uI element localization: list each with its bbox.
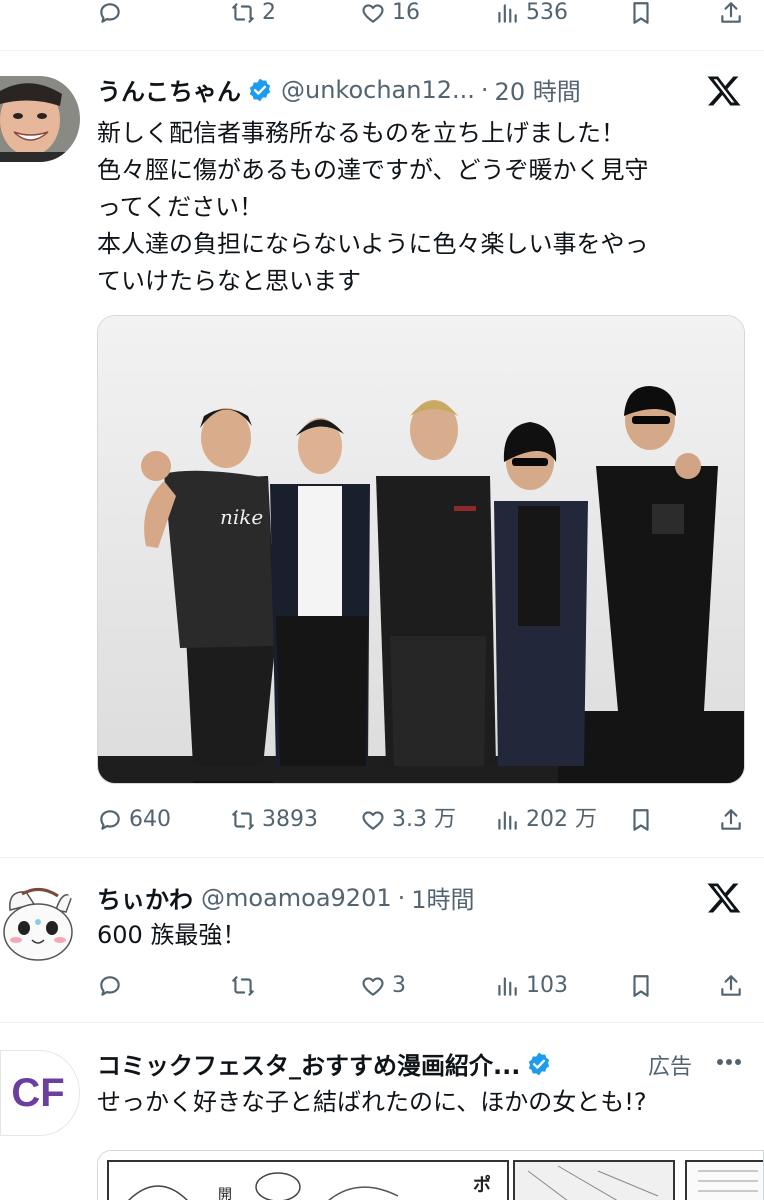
separator: · bbox=[480, 75, 489, 104]
retweet-count: 2 bbox=[262, 0, 276, 25]
avatar[interactable]: CF bbox=[0, 1050, 80, 1136]
x-logo-icon bbox=[707, 883, 741, 913]
bookmark-button[interactable] bbox=[628, 973, 654, 999]
divider bbox=[0, 857, 764, 858]
share-button[interactable] bbox=[718, 973, 744, 999]
heart-icon bbox=[362, 4, 384, 23]
display-name[interactable]: ちぃかわ bbox=[97, 880, 193, 915]
view-count: 103 bbox=[526, 973, 568, 998]
tweet-photo[interactable]: nike bbox=[97, 315, 745, 784]
bookmark-icon bbox=[633, 975, 649, 997]
avatar[interactable] bbox=[0, 882, 80, 968]
avatar[interactable] bbox=[0, 76, 80, 162]
retweet-icon bbox=[232, 810, 254, 830]
group-photo: nike bbox=[98, 316, 744, 783]
reply-count: 640 bbox=[129, 807, 171, 832]
views-icon bbox=[498, 4, 517, 23]
divider bbox=[0, 50, 764, 51]
retweet-icon bbox=[232, 3, 254, 23]
share-icon bbox=[721, 809, 741, 830]
display-name[interactable]: うんこちゃん bbox=[97, 72, 241, 107]
reply-button[interactable] bbox=[97, 973, 129, 999]
shirt-text: nike bbox=[220, 505, 263, 529]
cf-logo: CF bbox=[11, 1070, 65, 1115]
like-count: 3 bbox=[392, 973, 406, 998]
reply-icon bbox=[100, 810, 120, 830]
like-count: 16 bbox=[392, 0, 420, 25]
x-logo-icon bbox=[707, 76, 741, 106]
tweet-text: 新しく配信者事務所なるものを立ち上げました！ 色々脛に傷があるもの達ですが、どう… bbox=[97, 119, 649, 295]
bookmark-icon bbox=[633, 2, 649, 24]
tweet-header: コミックフェスタ_おすすめ漫画紹介... bbox=[97, 1046, 552, 1081]
retweet-count: 3893 bbox=[262, 807, 318, 832]
like-button[interactable]: 3 bbox=[360, 973, 406, 999]
views-button[interactable]: 202 万 bbox=[494, 807, 597, 833]
views-icon bbox=[498, 977, 517, 996]
reply-button[interactable]: 640 bbox=[97, 807, 171, 833]
comic-text: 開 bbox=[218, 1187, 232, 1200]
tweet-header: ちぃかわ @moamoa9201 · 1時間 bbox=[97, 880, 475, 915]
divider bbox=[0, 1022, 764, 1023]
tweet-text: 600 族最強！ bbox=[97, 921, 247, 949]
ad-media-carousel[interactable]: 開 ポ bbox=[97, 1150, 764, 1200]
views-button[interactable]: 536 bbox=[494, 0, 568, 26]
bookmark-button[interactable] bbox=[628, 0, 654, 26]
like-button[interactable]: 3.3 万 bbox=[360, 807, 456, 833]
retweet-button[interactable]: 3893 bbox=[230, 807, 318, 833]
share-button[interactable] bbox=[718, 0, 744, 26]
retweet-button[interactable]: 2 bbox=[230, 0, 276, 26]
reply-button[interactable] bbox=[97, 0, 129, 26]
reply-icon bbox=[100, 976, 120, 996]
share-icon bbox=[721, 2, 741, 23]
ad-label: 広告 bbox=[647, 1055, 692, 1080]
comic-text: ポ bbox=[473, 1174, 491, 1196]
timestamp[interactable]: 20 時間 bbox=[495, 72, 581, 107]
view-count: 202 万 bbox=[526, 807, 597, 832]
heart-icon bbox=[362, 811, 384, 830]
views-icon bbox=[498, 811, 517, 830]
handle[interactable]: @unkochan12... bbox=[281, 76, 475, 104]
retweet-button[interactable] bbox=[230, 973, 262, 999]
bookmark-button[interactable] bbox=[628, 807, 654, 833]
handle[interactable]: @moamoa9201 bbox=[201, 884, 392, 912]
display-name[interactable]: コミックフェスタ_おすすめ漫画紹介... bbox=[97, 1046, 520, 1081]
share-icon bbox=[721, 975, 741, 996]
separator: · bbox=[397, 883, 406, 912]
reply-icon bbox=[100, 3, 120, 23]
verified-badge-icon bbox=[249, 78, 271, 101]
tweet-header: うんこちゃん @unkochan12... · 20 時間 bbox=[97, 72, 581, 107]
more-options-icon[interactable] bbox=[716, 1057, 742, 1067]
like-button[interactable]: 16 bbox=[360, 0, 420, 26]
retweet-icon bbox=[232, 976, 254, 996]
verified-badge-icon bbox=[529, 1052, 550, 1075]
heart-icon bbox=[362, 977, 384, 996]
tweet-text: せっかく好きな子と結ばれたのに、ほかの女とも!? bbox=[97, 1088, 647, 1116]
like-count: 3.3 万 bbox=[392, 807, 456, 832]
bookmark-icon bbox=[633, 809, 649, 831]
timestamp[interactable]: 1時間 bbox=[411, 880, 474, 915]
view-count: 536 bbox=[526, 0, 568, 25]
views-button[interactable]: 103 bbox=[494, 973, 568, 999]
share-button[interactable] bbox=[718, 807, 744, 833]
comic-panels: 開 ポ bbox=[98, 1151, 763, 1200]
